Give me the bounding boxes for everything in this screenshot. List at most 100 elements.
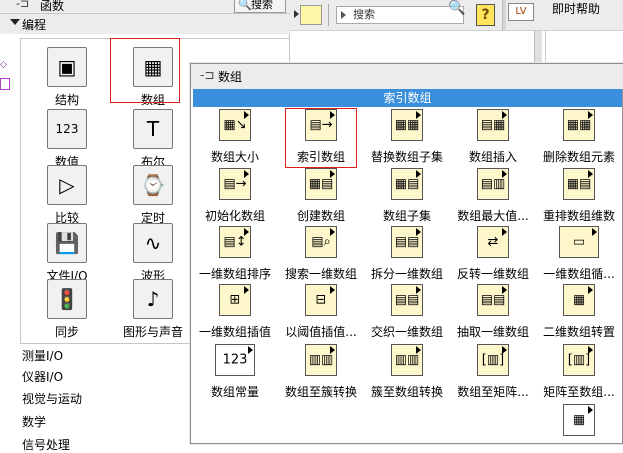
icon-glyph: [▥] bbox=[567, 352, 591, 368]
palette-item-structures[interactable]: ▣ 结构 bbox=[27, 47, 107, 108]
array-item-label: 矩阵至数组... bbox=[543, 385, 615, 399]
more-array-icon: ▦ bbox=[563, 404, 595, 436]
array-item-sort-1d-array[interactable]: ▤↕ 一维数组排序 bbox=[192, 226, 278, 282]
file-io-icon: 💾 bbox=[47, 223, 87, 263]
array-item-reverse-1d-array[interactable]: ⇄ 反转一维数组 bbox=[450, 226, 536, 282]
category-item[interactable]: 视觉与运动 bbox=[22, 390, 82, 407]
array-item-array-to-matrix[interactable]: [▥] 数组至矩阵... bbox=[450, 344, 536, 400]
palette-item-synchronization[interactable]: 🚦 同步 bbox=[27, 279, 107, 340]
array-size-icon: ▦↘ bbox=[219, 109, 251, 141]
icon-glyph: ▦▦ bbox=[566, 117, 592, 133]
search-icon[interactable]: 🔍 bbox=[448, 0, 465, 16]
programming-category-label: 编程 bbox=[22, 18, 47, 32]
toolbar-arrow-icon[interactable] bbox=[294, 10, 299, 18]
search-button[interactable]: 🔍 搜索 bbox=[234, 0, 286, 13]
comparison-icon: ▷ bbox=[47, 165, 87, 205]
programming-category-header[interactable]: 编程 bbox=[0, 14, 290, 34]
icon-glyph: ▤→ bbox=[223, 176, 247, 192]
pin-icon[interactable]: -⊐ bbox=[200, 68, 214, 82]
structures-icon: ▣ bbox=[47, 47, 87, 87]
array-item-label: 一维数组排序 bbox=[198, 267, 271, 281]
array-constant-icon: 123 bbox=[215, 344, 255, 376]
context-help-panel bbox=[545, 31, 623, 64]
array-item-array-constant[interactable]: 123 数组常量 bbox=[192, 344, 278, 400]
diagram-area[interactable] bbox=[290, 31, 534, 64]
pin-icon[interactable]: -⊐ bbox=[16, 0, 29, 10]
search-dropdown-icon bbox=[341, 11, 346, 19]
array-to-cluster-icon: ▥▥ bbox=[305, 344, 337, 376]
submenu-arrow-icon bbox=[416, 346, 421, 354]
icon-glyph: ▦▦ bbox=[394, 117, 420, 133]
toolbar-separator bbox=[328, 4, 329, 26]
icon-glyph: ▤↕ bbox=[223, 234, 247, 250]
palette-item-numeric[interactable]: 123 数值 bbox=[27, 109, 107, 170]
initialize-array-icon: ▤→ bbox=[219, 168, 251, 200]
array-item-cluster-to-array[interactable]: ▥▥ 簇至数组转换 bbox=[364, 344, 450, 400]
array-item-array-to-cluster[interactable]: ▥▥ 数组至簇转换 bbox=[278, 344, 364, 400]
submenu-arrow-icon bbox=[588, 346, 593, 354]
array-item-reshape-array[interactable]: ▦▤ 重排数组维数 bbox=[536, 168, 622, 224]
reverse-1d-array-icon: ⇄ bbox=[477, 226, 509, 258]
array-item-array-subset[interactable]: ▦▤ 数组子集 bbox=[364, 168, 450, 224]
help-icon[interactable]: ? bbox=[476, 4, 495, 26]
submenu-arrow-icon bbox=[416, 111, 421, 119]
splitter-bar[interactable] bbox=[534, 31, 542, 64]
icon-glyph: ⇄ bbox=[487, 234, 499, 250]
icon-glyph: ▥▥ bbox=[394, 352, 420, 368]
search-input[interactable]: 搜索 bbox=[336, 6, 464, 24]
array-item-more-array[interactable]: ▦ bbox=[536, 404, 622, 443]
interleave-1d-arrays-icon: ▤▤ bbox=[391, 284, 423, 316]
array-item-split-1d-array[interactable]: ▤▤ 拆分一维数组 bbox=[364, 226, 450, 282]
category-item[interactable]: 仪器I/O bbox=[22, 368, 63, 385]
array-item-insert-into-array[interactable]: ▤▦ 数组插入 bbox=[450, 109, 536, 165]
array-item-delete-from-array[interactable]: ▦▦ 删除数组元素 bbox=[536, 109, 622, 165]
search-button-label: 搜索 bbox=[251, 0, 273, 11]
decimate-1d-array-icon: ▤▤ bbox=[477, 284, 509, 316]
array-item-label: 数组至簇转换 bbox=[284, 385, 357, 399]
icon-glyph: ▦↘ bbox=[223, 117, 247, 133]
array-item-array-size[interactable]: ▦↘ 数组大小 bbox=[192, 109, 278, 165]
palette-item-file-io[interactable]: 💾 文件I/O bbox=[27, 223, 107, 284]
icon-glyph: ▥▥ bbox=[308, 352, 334, 368]
array-item-array-max-min[interactable]: ▤▥ 数组最大值... bbox=[450, 168, 536, 224]
array-item-replace-array-subset[interactable]: ▦▦ 替换数组子集 bbox=[364, 109, 450, 165]
icon-glyph: ⊞ bbox=[229, 292, 241, 308]
replace-array-subset-icon: ▦▦ bbox=[391, 109, 423, 141]
array-item-build-array[interactable]: ▦▤ 创建数组 bbox=[278, 168, 364, 224]
palette-item-timing[interactable]: ⌚ 定时 bbox=[113, 165, 193, 226]
array-item-matrix-to-array[interactable]: [▥] 矩阵至数组... bbox=[536, 344, 622, 400]
array-palette-title: 数组 bbox=[218, 70, 243, 84]
submenu-arrow-icon bbox=[330, 170, 335, 178]
index-array-icon: ▤→ bbox=[305, 109, 337, 141]
array-item-label: 创建数组 bbox=[296, 209, 345, 223]
category-item[interactable]: 数学 bbox=[22, 413, 46, 430]
array-item-search-1d-array[interactable]: ▤⌕ 搜索一维数组 bbox=[278, 226, 364, 282]
array-item-index-array[interactable]: ▤→ 索引数组 bbox=[278, 109, 364, 165]
array-item-label: 初始化数组 bbox=[204, 209, 265, 223]
icon-glyph: ▦▤ bbox=[566, 176, 592, 192]
array-item-interleave-1d-arrays[interactable]: ▤▤ 交织一维数组 bbox=[364, 284, 450, 340]
submenu-arrow-icon bbox=[588, 111, 593, 119]
submenu-arrow-icon bbox=[502, 170, 507, 178]
boolean-icon: T bbox=[133, 109, 173, 149]
window-divider[interactable] bbox=[502, 0, 506, 31]
category-item[interactable]: 测量I/O bbox=[22, 347, 63, 364]
palette-item-comparison[interactable]: ▷ 比较 bbox=[27, 165, 107, 226]
graphics-sound-icon: ♪ bbox=[133, 279, 173, 319]
array-item-label: 二维数组转置 bbox=[542, 325, 615, 339]
submenu-arrow-icon bbox=[588, 406, 593, 414]
clean-diagram-icon[interactable] bbox=[300, 5, 322, 25]
array-to-matrix-icon: [▥] bbox=[477, 344, 509, 376]
category-item[interactable]: 信号处理 bbox=[22, 436, 70, 453]
array-item-decimate-1d-array[interactable]: ▤▤ 抽取一维数组 bbox=[450, 284, 536, 340]
array-item-interpolate-1d-array[interactable]: ⊞ 一维数组插值 bbox=[192, 284, 278, 340]
split-1d-array-icon: ▤▤ bbox=[391, 226, 423, 258]
array-item-label: 搜索一维数组 bbox=[284, 267, 357, 281]
array-item-initialize-array[interactable]: ▤→ 初始化数组 bbox=[192, 168, 278, 224]
array-item-rotate-1d-array[interactable]: ▭ 一维数组循... bbox=[536, 226, 622, 282]
palette-item-boolean[interactable]: T 布尔 bbox=[113, 109, 193, 170]
palette-item-graphics-sound[interactable]: ♪ 图形与声音 bbox=[113, 279, 193, 340]
array-item-threshold-1d-array[interactable]: ⊟ 以阈值插值... bbox=[278, 284, 364, 340]
palette-item-waveform[interactable]: ∿ 波形 bbox=[113, 223, 193, 284]
array-item-transpose-2d-array[interactable]: ▦ 二维数组转置 bbox=[536, 284, 622, 340]
